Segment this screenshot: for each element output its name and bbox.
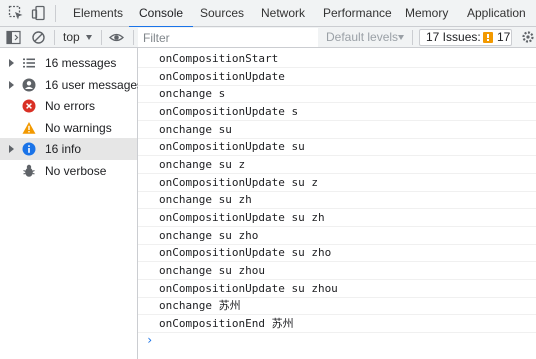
toolbar-divider [101,30,102,45]
sidebar-item-label: 16 info [45,142,82,156]
toolbar-divider [55,5,56,22]
error-icon [22,99,36,113]
message-text: onCompositionUpdate su [159,140,305,153]
toolbar-divider [412,30,413,45]
issue-warning-icon [483,32,493,43]
tab-memory[interactable]: Memory [403,0,450,27]
console-message: onCompositionUpdate s [138,103,536,121]
clear-console-icon[interactable] [31,30,46,45]
warning-icon [22,122,36,134]
toolbar-divider [54,30,55,45]
sidebar-item-messages[interactable]: 16 messages [0,52,137,74]
sidebar-item-label: No errors [45,99,96,113]
issues-button[interactable]: 17 Issues: 17 [419,29,512,46]
message-text: onchange 苏州 [159,299,241,312]
message-text: onchange su zhou [159,264,265,277]
tab-performance[interactable]: Performance [321,0,394,27]
chevron-down-icon [86,35,92,40]
message-text: onchange su [159,123,232,136]
inspect-element-icon[interactable] [8,5,24,21]
message-text: onchange s [159,87,226,100]
message-text: onCompositionUpdate [159,70,285,83]
issues-count: 17 [497,30,511,44]
console-message: onCompositionUpdate su [138,138,536,156]
tab-application[interactable]: Application [465,0,528,27]
sidebar-item-errors[interactable]: No errors [0,95,137,117]
verbose-icon [23,164,35,177]
console-message: onchange su zh [138,191,536,209]
sidebar-item-verbose[interactable]: No verbose [0,160,137,182]
message-text: onchange su z [159,158,246,171]
console-message: onchange su zho [138,227,536,245]
tab-elements[interactable]: Elements [71,0,125,27]
issues-label: 17 Issues: [426,30,481,44]
console-message: onchange su zhou [138,262,536,280]
console-message: onchange su [138,121,536,139]
message-text: onCompositionUpdate su zho [159,246,332,259]
console-message: onchange 苏州 [138,297,536,315]
expand-arrow-icon[interactable] [9,81,14,89]
tab-console[interactable]: Console [128,0,194,28]
message-text: onCompositionEnd 苏州 [159,317,294,330]
message-text: onCompositionUpdate su z [159,176,318,189]
toolbar-divider [133,30,134,45]
console-prompt[interactable]: › [146,333,153,347]
message-text: onchange su zh [159,193,252,206]
console-toolbar: top Default levels 17 Issues: 17 [0,27,536,48]
filter-input[interactable] [138,28,318,47]
sidebar-item-label: 16 messages [45,56,117,70]
console-message: onCompositionUpdate su zhou [138,280,536,298]
tab-network[interactable]: Network [259,0,307,27]
console-message: onCompositionUpdate su z [138,174,536,192]
context-selector[interactable]: top [63,27,80,48]
sidebar-item-info[interactable]: 16 info [0,138,137,160]
sidebar-item-user-messages[interactable]: 16 user messages [0,74,143,96]
message-text: onCompositionUpdate s [159,105,299,118]
console-message: onCompositionUpdate [138,68,536,86]
sidebar-item-label: 16 user messages [45,78,144,92]
sidebar-item-label: No warnings [45,121,112,135]
sidebar-item-warnings[interactable]: No warnings [0,117,137,139]
device-toolbar-icon[interactable] [31,5,47,21]
console-message: onchange s [138,85,536,103]
console-message: onCompositionUpdate su zho [138,244,536,262]
console-messages: onCompositionStart onCompositionUpdate o… [138,48,536,359]
sidebar-item-label: No verbose [45,164,107,178]
message-text: onCompositionUpdate su zh [159,211,325,224]
devtools-tab-bar: Elements Console Sources Network Perform… [0,0,536,28]
show-sidebar-icon[interactable] [6,30,21,45]
info-icon [22,142,36,156]
gear-icon[interactable] [520,29,536,45]
log-levels-dropdown[interactable]: Default levels [326,27,398,48]
console-message: onchange su z [138,156,536,174]
expand-arrow-icon[interactable] [9,59,14,67]
console-message: onCompositionStart [138,50,536,68]
tab-sources[interactable]: Sources [198,0,246,27]
console-message: onCompositionEnd 苏州 [138,315,536,333]
list-icon [23,58,35,68]
message-text: onchange su zho [159,229,259,242]
chevron-down-icon [398,35,404,40]
expand-arrow-icon[interactable] [9,145,14,153]
user-icon [22,78,36,92]
message-text: onCompositionUpdate su zhou [159,282,338,295]
eye-icon[interactable] [109,30,124,45]
message-text: onCompositionStart [159,52,279,65]
console-message: onCompositionUpdate su zh [138,209,536,227]
console-sidebar: 16 messages 16 user messages No errors N… [0,48,143,359]
